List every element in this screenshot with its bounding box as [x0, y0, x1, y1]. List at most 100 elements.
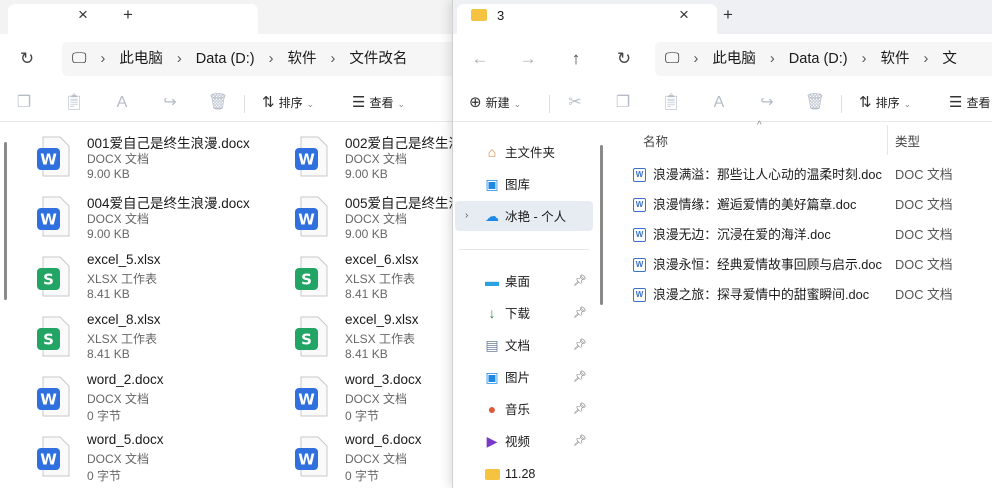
breadcrumb-item[interactable]: Data (D:): [196, 42, 255, 76]
file-type: DOCX 文档: [87, 212, 150, 226]
back-arrow-icon[interactable]: ←: [467, 46, 493, 72]
file-tile[interactable]: W 004爱自己是终生浪漫.docx DOCX 文档 9.00 KB: [37, 192, 252, 248]
nav-item-pictures[interactable]: ▣ 图片 📌︎: [455, 362, 593, 392]
file-name: word_2.docx: [87, 372, 164, 387]
table-row[interactable]: W 浪漫满溢：那些让人心动的温柔时刻.doc DOC 文档: [629, 161, 992, 189]
breadcrumb-item[interactable]: 此电脑: [712, 42, 756, 76]
new-tab-button[interactable]: +: [115, 3, 141, 27]
rename-icon[interactable]: A: [707, 91, 731, 115]
word-file-icon: W: [295, 136, 328, 177]
file-type: XLSX 工作表: [345, 332, 416, 346]
breadcrumb-item[interactable]: 软件: [881, 42, 910, 76]
file-name: word_5.docx: [87, 432, 164, 447]
file-tile[interactable]: Sexcel_6.xlsx XLSX 工作表 8.41 KB: [295, 252, 452, 308]
file-tile[interactable]: W 005爱自己是终生浪 DOCX 文档 9.00 KB: [295, 192, 452, 248]
table-row[interactable]: W 浪漫之旅：探寻爱情中的甜蜜瞬间.doc DOC 文档: [629, 281, 992, 309]
file-tile[interactable]: Sexcel_8.xlsx XLSX 工作表 8.41 KB: [37, 312, 252, 368]
new-button[interactable]: ⊕ 新建 ⌄: [469, 91, 521, 115]
file-tile[interactable]: W 002爱自己是终生浪 DOCX 文档 9.00 KB: [295, 132, 452, 188]
column-divider[interactable]: [887, 125, 888, 155]
pin-icon[interactable]: 📌︎: [573, 426, 587, 456]
breadcrumb[interactable]: 🖵︎ › 此电脑 › Data (D:) › 软件 › 文: [655, 42, 992, 76]
breadcrumb-item[interactable]: 此电脑: [119, 42, 163, 76]
rename-icon[interactable]: A: [110, 91, 134, 115]
sort-button[interactable]: ⇅ 排序 ⌄: [262, 91, 314, 115]
file-size: 0 字节: [87, 409, 122, 423]
copy-icon[interactable]: ❐: [611, 91, 635, 115]
new-tab-button[interactable]: +: [715, 3, 741, 27]
chevron-right-icon: ›: [268, 51, 274, 67]
chevron-right-icon: ›: [465, 210, 469, 221]
nav-item-music[interactable]: ● 音乐 📌︎: [455, 394, 593, 424]
nav-item-gallery[interactable]: ▣ 图库: [455, 169, 593, 199]
nav-item-downloads[interactable]: ↓ 下载 📌︎: [455, 298, 593, 328]
nav-divider: [459, 249, 589, 250]
nav-item-videos[interactable]: ▶ 视频 📌︎: [455, 426, 593, 456]
file-name: 浪漫满溢：那些让人心动的温柔时刻.doc: [653, 167, 882, 182]
table-row[interactable]: W 浪漫无边：沉浸在爱的海洋.doc DOC 文档: [629, 221, 992, 249]
chevron-right-icon: ›: [330, 51, 336, 67]
file-explorer-window-left: × + ↻ 🖵︎ › 此电脑 › Data (D:) › 软件 › 文件改名 ❐…: [0, 0, 452, 488]
nav-item-onedrive[interactable]: › ☁ 冰艳 - 个人: [455, 201, 593, 231]
file-type: DOCX 文档: [345, 152, 408, 166]
view-button[interactable]: ☰ 查看: [949, 91, 990, 115]
sort-button[interactable]: ⇅ 排序 ⌄: [859, 91, 911, 115]
nav-item-desktop[interactable]: ▬ 桌面 📌︎: [455, 266, 593, 296]
delete-icon[interactable]: 🗑︎: [803, 91, 827, 115]
nav-item-folder[interactable]: 11.28: [455, 458, 593, 488]
table-row[interactable]: W 浪漫情缘：邂逅爱情的美好篇章.doc DOC 文档: [629, 191, 992, 219]
desktop-icon: ▬: [485, 273, 499, 289]
forward-arrow-icon[interactable]: →: [515, 46, 541, 72]
breadcrumb-item[interactable]: 软件: [288, 42, 317, 76]
nav-item-documents[interactable]: ▤ 文档 📌︎: [455, 330, 593, 360]
table-row[interactable]: W 浪漫永恒：经典爱情故事回顾与启示.doc DOC 文档: [629, 251, 992, 279]
command-bar: ❐ 📋︎ A ↪ 🗑︎ ⇅ 排序 ⌄ ☰ 查看 ⌄: [0, 84, 452, 122]
pin-icon[interactable]: 📌︎: [573, 266, 587, 296]
excel-file-icon: S: [295, 316, 328, 357]
computer-icon: 🖵︎: [72, 50, 87, 67]
breadcrumb[interactable]: 🖵︎ › 此电脑 › Data (D:) › 软件 › 文件改名: [62, 42, 452, 76]
pin-icon[interactable]: 📌︎: [573, 330, 587, 360]
file-tile[interactable]: Wword_3.docx DOCX 文档 0 字节: [295, 372, 452, 428]
pin-icon[interactable]: 📌︎: [573, 362, 587, 392]
column-header-name[interactable]: 名称: [643, 131, 668, 150]
file-name: excel_9.xlsx: [345, 312, 419, 327]
file-tile[interactable]: Wword_2.docx DOCX 文档 0 字节: [37, 372, 252, 428]
cut-icon[interactable]: ✂: [563, 91, 587, 115]
pin-icon[interactable]: 📌︎: [573, 298, 587, 328]
word-file-icon: W: [295, 376, 328, 417]
column-header-type[interactable]: 类型: [895, 131, 920, 150]
file-tile[interactable]: Sexcel_5.xlsx XLSX 工作表 8.41 KB: [37, 252, 252, 308]
tab-close-button[interactable]: ×: [70, 3, 96, 27]
file-size: 0 字节: [87, 469, 122, 483]
breadcrumb-item[interactable]: 文件改名: [349, 42, 407, 76]
nav-item-home[interactable]: ⌂ 主文件夹: [455, 137, 593, 167]
file-size: 8.41 KB: [87, 347, 130, 361]
breadcrumb-item[interactable]: 文: [942, 42, 957, 76]
sort-label: 排序: [875, 96, 900, 110]
paste-icon[interactable]: 📋︎: [62, 91, 86, 115]
breadcrumb-item[interactable]: Data (D:): [789, 42, 848, 76]
up-arrow-icon[interactable]: ↑: [563, 46, 589, 72]
file-tile[interactable]: W 001爱自己是终生浪漫.docx DOCX 文档 9.00 KB: [37, 132, 252, 188]
file-tile[interactable]: Wword_6.docx DOCX 文档 0 字节: [295, 432, 452, 488]
svg-text:W: W: [298, 391, 315, 409]
paste-icon[interactable]: 📋︎: [659, 91, 683, 115]
pin-icon[interactable]: 📌︎: [573, 394, 587, 424]
nav-scrollbar[interactable]: [600, 145, 603, 305]
address-row: ← → ↑ ↻ 🖵︎ › 此电脑 › Data (D:) › 软件 › 文: [453, 34, 992, 84]
refresh-icon[interactable]: ↻: [611, 46, 637, 72]
scrollbar[interactable]: [4, 142, 7, 300]
refresh-icon[interactable]: ↻: [14, 46, 40, 72]
file-type: DOCX 文档: [87, 392, 150, 406]
file-tile[interactable]: Sexcel_9.xlsx XLSX 工作表 8.41 KB: [295, 312, 452, 368]
share-icon[interactable]: ↪: [755, 91, 779, 115]
file-tile[interactable]: Wword_5.docx DOCX 文档 0 字节: [37, 432, 252, 488]
view-label: 查看: [966, 96, 991, 110]
delete-icon[interactable]: 🗑︎: [206, 91, 230, 115]
view-button[interactable]: ☰ 查看 ⌄: [352, 91, 405, 115]
tab-close-button[interactable]: ×: [671, 3, 697, 27]
file-list: 名称 ^ 类型 W 浪漫满溢：那些让人心动的温柔时刻.doc DOC 文档 W 浪漫情缘…: [605, 120, 992, 488]
copy-icon[interactable]: ❐: [12, 91, 36, 115]
share-icon[interactable]: ↪: [158, 91, 182, 115]
